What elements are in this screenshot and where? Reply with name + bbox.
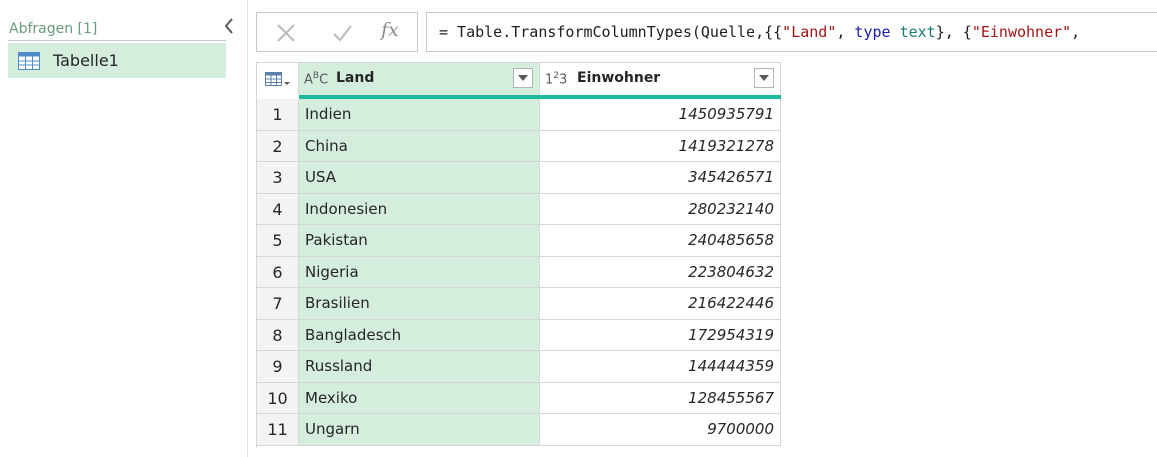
checkmark-icon xyxy=(333,25,352,42)
close-icon xyxy=(277,24,295,42)
chevron-left-icon xyxy=(224,18,233,34)
table-options-button[interactable] xyxy=(257,63,299,95)
row-number-cell: 11 xyxy=(257,414,299,446)
chevron-down-icon xyxy=(518,75,528,81)
table-row: 3 USA 345426571 xyxy=(257,162,781,194)
land-cell[interactable]: Ungarn xyxy=(299,414,540,446)
land-cell[interactable]: Brasilien xyxy=(299,288,540,320)
fx-icon[interactable]: fx xyxy=(381,19,399,41)
text-type-icon[interactable]: ABC xyxy=(304,71,328,87)
land-cell[interactable]: China xyxy=(299,130,540,162)
land-cell[interactable]: Mexiko xyxy=(299,382,540,414)
formula-token: }, { xyxy=(935,23,972,41)
row-number-cell: 2 xyxy=(257,130,299,162)
einwohner-cell[interactable]: 345426571 xyxy=(540,162,781,194)
table-row: 6 Nigeria 223804632 xyxy=(257,256,781,288)
einwohner-cell[interactable]: 280232140 xyxy=(540,193,781,225)
land-cell[interactable]: Russland xyxy=(299,351,540,383)
formula-token xyxy=(891,23,900,41)
row-number-cell: 5 xyxy=(257,225,299,257)
einwohner-cell[interactable]: 9700000 xyxy=(540,414,781,446)
row-number-cell: 3 xyxy=(257,162,299,194)
land-cell[interactable]: Indonesien xyxy=(299,193,540,225)
number-type-icon[interactable]: 123 xyxy=(545,71,567,87)
einwohner-cell[interactable]: 1450935791 xyxy=(540,99,781,131)
einwohner-cell[interactable]: 216422446 xyxy=(540,288,781,320)
chevron-down-icon xyxy=(759,75,769,81)
table-row: 1 Indien 1450935791 xyxy=(257,99,781,131)
formula-token: type xyxy=(854,23,891,41)
queries-divider xyxy=(8,40,226,41)
query-label: Tabelle1 xyxy=(53,51,119,70)
collapse-pane-button[interactable] xyxy=(220,15,238,37)
table-row: 4 Indonesien 280232140 xyxy=(257,193,781,225)
table-row: 9 Russland 144444359 xyxy=(257,351,781,383)
column-name-land: Land xyxy=(336,70,375,86)
table-menu-icon xyxy=(265,72,290,86)
table-row: 7 Brasilien 216422446 xyxy=(257,288,781,320)
data-grid: ABC Land 123 Einwohner 1 Indien 1450935791… xyxy=(256,62,781,448)
formula-token: "Einwohner" xyxy=(971,23,1072,41)
filter-dropdown-einwohner[interactable] xyxy=(754,68,774,88)
queries-title: Abfragen [1] xyxy=(9,21,98,37)
row-number-cell: 10 xyxy=(257,382,299,414)
land-cell[interactable]: USA xyxy=(299,162,540,194)
formula-input[interactable]: = Table.TransformColumnTypes(Quelle,{{"L… xyxy=(426,12,1157,52)
row-number-cell: 4 xyxy=(257,193,299,225)
einwohner-cell[interactable]: 240485658 xyxy=(540,225,781,257)
formula-token: "Land" xyxy=(782,23,837,41)
land-cell[interactable]: Indien xyxy=(299,99,540,131)
table-row: 2 China 1419321278 xyxy=(257,130,781,162)
row-number-cell: 9 xyxy=(257,351,299,383)
formula-token: text xyxy=(899,23,936,41)
einwohner-cell[interactable]: 223804632 xyxy=(540,256,781,288)
table-icon xyxy=(18,52,40,74)
formula-text: = Table.TransformColumnTypes(Quelle,{{"L… xyxy=(439,23,1080,41)
header-row: ABC Land 123 Einwohner xyxy=(257,63,781,99)
row-number-cell: 7 xyxy=(257,288,299,320)
table-row: 11 Ungarn 9700000 xyxy=(257,414,781,446)
table-row: 10 Mexiko 128455567 xyxy=(257,382,781,414)
row-number-cell: 1 xyxy=(257,99,299,131)
formula-token: , xyxy=(836,23,855,41)
column-header-land[interactable]: ABC Land xyxy=(299,63,540,95)
query-item-tabelle1[interactable]: Tabelle1 xyxy=(8,43,226,78)
row-number-cell: 6 xyxy=(257,256,299,288)
einwohner-cell[interactable]: 128455567 xyxy=(540,382,781,414)
column-header-einwohner[interactable]: 123 Einwohner xyxy=(540,63,781,95)
einwohner-cell[interactable]: 172954319 xyxy=(540,319,781,351)
einwohner-cell[interactable]: 144444359 xyxy=(540,351,781,383)
land-cell[interactable]: Pakistan xyxy=(299,225,540,257)
formula-token: , xyxy=(1071,23,1081,41)
filter-dropdown-land[interactable] xyxy=(513,68,533,88)
queries-pane: Abfragen [1] Tabelle1 xyxy=(0,0,248,457)
land-cell[interactable]: Nigeria xyxy=(299,256,540,288)
formula-buttons: fx xyxy=(256,12,418,52)
formula-token: = Table.TransformColumnTypes(Quelle,{{ xyxy=(439,23,783,41)
einwohner-cell[interactable]: 1419321278 xyxy=(540,130,781,162)
table-row: 8 Bangladesch 172954319 xyxy=(257,319,781,351)
cancel-formula-button[interactable] xyxy=(275,22,297,44)
row-number-cell: 8 xyxy=(257,319,299,351)
land-cell[interactable]: Bangladesch xyxy=(299,319,540,351)
table-row: 5 Pakistan 240485658 xyxy=(257,225,781,257)
column-name-einwohner: Einwohner xyxy=(577,70,661,86)
commit-formula-button[interactable] xyxy=(331,22,353,44)
